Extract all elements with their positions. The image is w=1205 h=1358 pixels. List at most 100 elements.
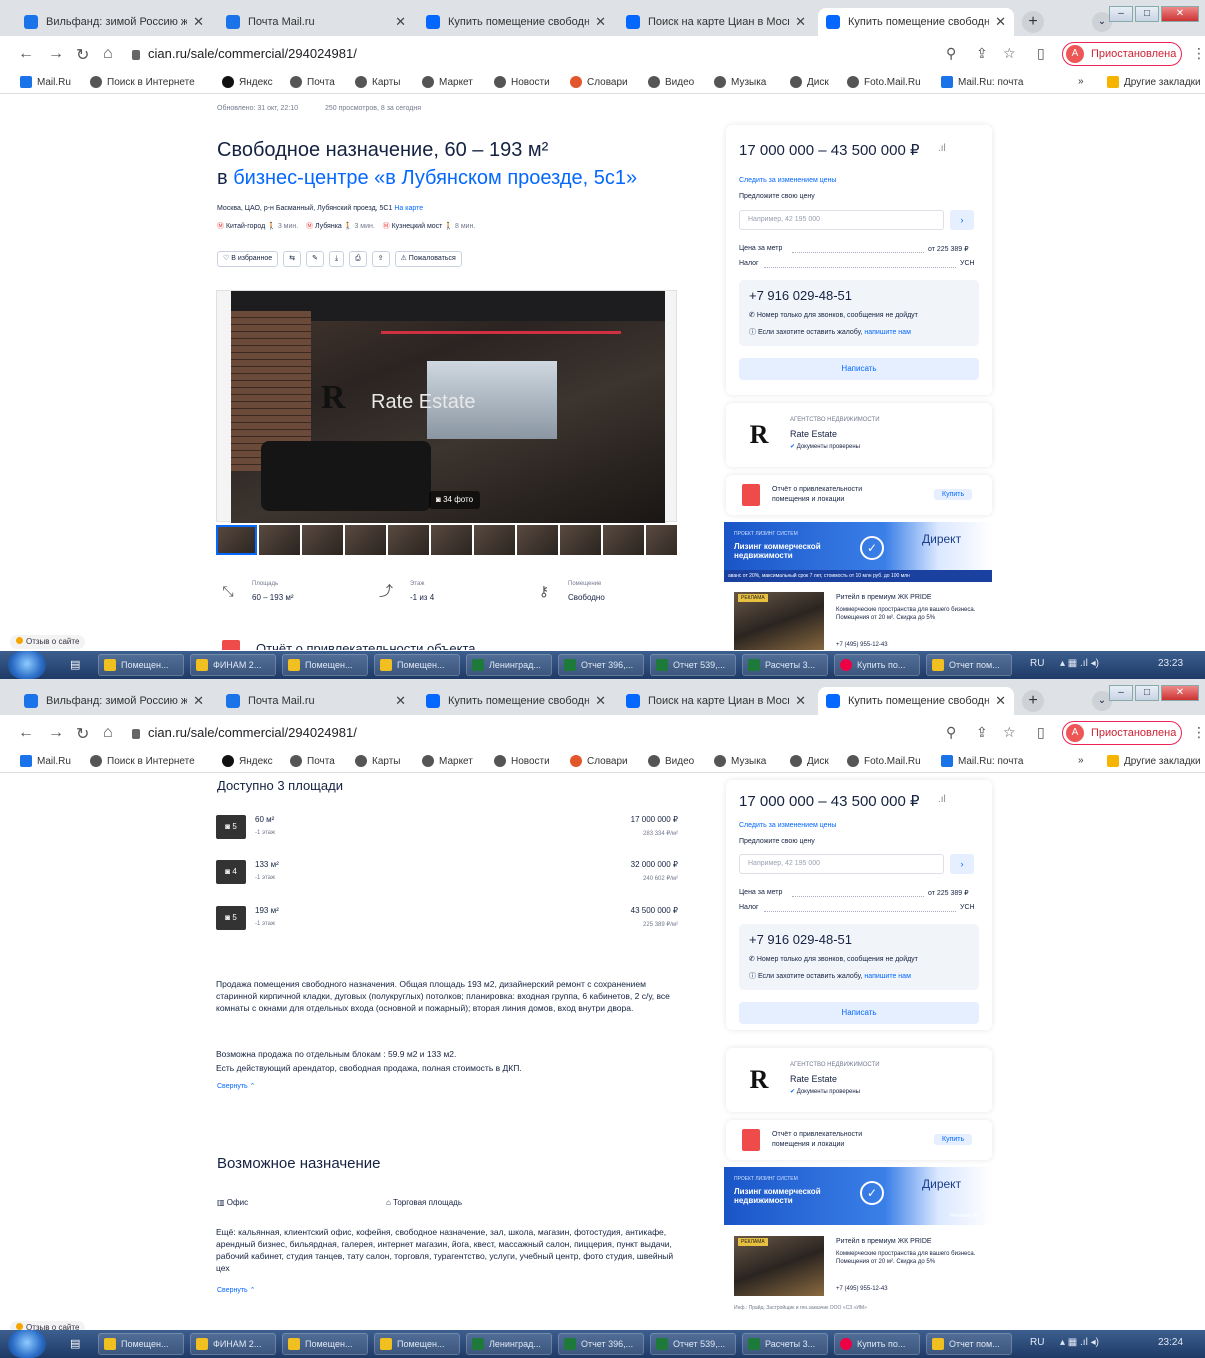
area-photo-thumb[interactable]: ◙ 4 — [216, 860, 246, 884]
ad-banner[interactable]: ПРОЕКТ ЛИЗИНГ СИСТЕМ Лизинг коммерческой… — [724, 1167, 992, 1225]
profile-button[interactable]: A Приостановлена — [1062, 42, 1182, 66]
follow-price-link[interactable]: Следить за изменением цены — [739, 177, 836, 184]
tab-4[interactable]: Поиск на карте Циан в Моск ✕ — [618, 8, 814, 36]
offer-price-input[interactable]: Например, 42 195 000 — [739, 210, 944, 230]
language-indicator[interactable]: RU — [1030, 658, 1044, 669]
bookmarks-more[interactable]: » — [1078, 755, 1084, 766]
new-tab-button[interactable]: + — [1022, 690, 1044, 712]
share-icon[interactable]: ⇪ — [976, 45, 988, 62]
collapse-description-link[interactable]: Свернуть ⌃ — [217, 1082, 256, 1090]
photo-count-badge[interactable]: ◙ 34 фото — [429, 491, 481, 509]
promo-title[interactable]: Ритейл в премиум ЖК PRIDE — [836, 1238, 932, 1245]
back-icon[interactable]: ← — [18, 45, 34, 63]
bookmark-item[interactable]: Поиск в Интернете — [90, 76, 195, 88]
photo-gallery[interactable]: R Rate Estate ◙ 34 фото — [216, 290, 677, 523]
write-button[interactable]: Написать — [739, 358, 979, 380]
taskbar-item[interactable]: Расчеты 3... — [742, 654, 828, 676]
close-icon[interactable]: ✕ — [795, 14, 806, 30]
url-field[interactable]: cian.ru/sale/commercial/294024981/ — [132, 42, 932, 66]
share-button[interactable]: ⇪ — [371, 251, 390, 267]
close-icon[interactable]: ✕ — [193, 14, 204, 30]
share-icon[interactable]: ⇪ — [976, 724, 988, 741]
zoom-icon[interactable]: ⚲ — [946, 45, 956, 62]
close-icon[interactable]: ✕ — [995, 693, 1006, 709]
taskbar-pin-icon[interactable]: ▤ — [70, 1337, 80, 1350]
taskbar-item[interactable]: Ленинград... — [466, 1333, 552, 1355]
close-icon[interactable]: ✕ — [595, 693, 606, 709]
bookmark-item[interactable]: Почта — [290, 755, 335, 767]
tray-icons[interactable]: ▴ ▦ .ıl ◂) — [1060, 1337, 1099, 1348]
tab-5-active[interactable]: Купить помещение свободног ✕ — [818, 687, 1014, 715]
close-icon[interactable]: ✕ — [395, 693, 406, 709]
thumbnail[interactable] — [474, 525, 515, 555]
collapse-purpose-link[interactable]: Свернуть ⌃ — [217, 1286, 256, 1294]
tray-icons[interactable]: ▴ ▦ .ıl ◂) — [1060, 658, 1099, 669]
bookmark-item[interactable]: Маркет — [422, 755, 473, 767]
taskbar-item[interactable]: Помещен... — [374, 1333, 460, 1355]
thumbnail[interactable] — [216, 525, 257, 555]
thumbnail[interactable] — [646, 525, 677, 555]
tab-1[interactable]: Вильфанд: зимой Россию ждё ✕ — [16, 8, 212, 36]
offer-price-input[interactable]: Например, 42 195 000 — [739, 854, 944, 874]
bookmark-item[interactable]: Карты — [355, 755, 401, 767]
bookmark-item[interactable]: Видео — [648, 755, 694, 767]
url-field[interactable]: cian.ru/sale/commercial/294024981/ — [132, 721, 932, 745]
bookmark-item[interactable]: Диск — [790, 755, 829, 767]
taskbar-item[interactable]: Расчеты 3... — [742, 1333, 828, 1355]
zoom-icon[interactable]: ⚲ — [946, 724, 956, 741]
price-chart-icon[interactable]: .ıl — [938, 794, 946, 805]
bookmark-item[interactable]: Видео — [648, 76, 694, 88]
area-photo-thumb[interactable]: ◙ 5 — [216, 906, 246, 930]
bookmark-item[interactable]: Карты — [355, 76, 401, 88]
area-size-link[interactable]: 60 м² — [255, 815, 274, 824]
maximize-icon[interactable]: □ — [1135, 685, 1159, 701]
thumbnail[interactable] — [302, 525, 343, 555]
tab-3[interactable]: Купить помещение свободног ✕ — [418, 687, 614, 715]
start-button[interactable] — [8, 651, 46, 679]
agency-card[interactable]: R АГЕНТСТВО НЕДВИЖИМОСТИ Rate Estate ✔ Д… — [726, 403, 992, 467]
taskbar-item[interactable]: Купить по... — [834, 654, 920, 676]
promo-title[interactable]: Ритейл в премиум ЖК PRIDE — [836, 594, 932, 601]
clock[interactable]: 23:23 — [1158, 658, 1183, 669]
tab-3[interactable]: Купить помещение свободног ✕ — [418, 8, 614, 36]
home-icon[interactable]: ⌂ — [103, 45, 113, 63]
area-size-link[interactable]: 133 м² — [255, 860, 279, 869]
profile-button[interactable]: A Приостановлена — [1062, 721, 1182, 745]
taskbar-item[interactable]: Купить по... — [834, 1333, 920, 1355]
clock[interactable]: 23:24 — [1158, 1337, 1183, 1348]
area-photo-thumb[interactable]: ◙ 5 — [216, 815, 246, 839]
sidepanel-icon[interactable]: ▯ — [1037, 45, 1045, 62]
main-photo[interactable]: R Rate Estate ◙ 34 фото — [231, 291, 665, 523]
sidepanel-icon[interactable]: ▯ — [1037, 724, 1045, 741]
taskbar-item[interactable]: Помещен... — [374, 654, 460, 676]
thumbnail[interactable] — [603, 525, 644, 555]
bookmark-item[interactable]: Поиск в Интернете — [90, 755, 195, 767]
taskbar-item[interactable]: Помещен... — [98, 1333, 184, 1355]
offer-submit-button[interactable]: › — [950, 210, 974, 230]
close-window-icon[interactable]: ✕ — [1161, 685, 1199, 701]
bookmark-item[interactable]: Музыка — [714, 755, 766, 767]
phone-number[interactable]: +7 916 029-48-51 — [749, 288, 852, 303]
reload-icon[interactable]: ↻ — [76, 724, 89, 744]
report-buy-button[interactable]: Купить — [934, 1134, 973, 1145]
minimize-icon[interactable]: – — [1109, 6, 1133, 22]
note-button[interactable]: ✎ — [306, 251, 324, 267]
complain-button[interactable]: ⚠ Пожаловаться — [394, 251, 462, 267]
bookmark-item[interactable]: Почта — [290, 76, 335, 88]
language-indicator[interactable]: RU — [1030, 1337, 1044, 1348]
bookmark-item[interactable]: Mail.Ru: почта — [941, 755, 1023, 767]
print-button[interactable]: ⎙ — [349, 251, 367, 267]
tab-2[interactable]: Почта Mail.ru ✕ — [218, 8, 414, 36]
taskbar-item[interactable]: Отчет 396,... — [558, 654, 644, 676]
close-icon[interactable]: ✕ — [795, 693, 806, 709]
tab-1[interactable]: Вильфанд: зимой Россию ждё ✕ — [16, 687, 212, 715]
taskbar-item[interactable]: Отчет 539,... — [650, 1333, 736, 1355]
other-bookmarks[interactable]: Другие закладки — [1107, 755, 1201, 767]
minimize-icon[interactable]: – — [1109, 685, 1133, 701]
compare-button[interactable]: ⇆ — [283, 251, 302, 267]
close-window-icon[interactable]: ✕ — [1161, 6, 1199, 22]
phone-number[interactable]: +7 916 029-48-51 — [749, 932, 852, 947]
close-icon[interactable]: ✕ — [995, 14, 1006, 30]
menu-icon[interactable]: ⋮ — [1192, 45, 1205, 62]
on-map-link[interactable]: На карте — [394, 205, 423, 212]
